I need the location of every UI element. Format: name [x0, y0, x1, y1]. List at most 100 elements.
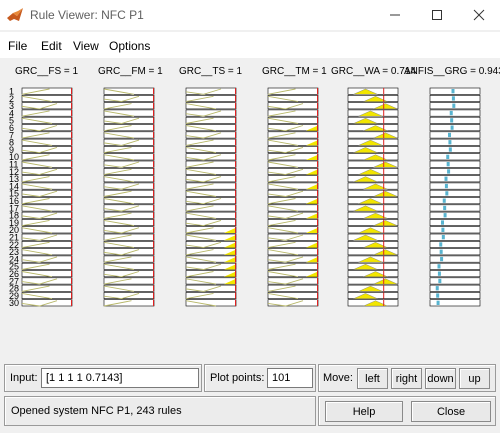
menu-view[interactable]: View: [73, 39, 99, 53]
rule-cell: [21, 233, 73, 241]
close-window-icon[interactable]: [462, 2, 496, 28]
rule-cell: [429, 168, 481, 175]
rule-cell: [267, 146, 319, 154]
rule-cell: [21, 102, 73, 110]
plot-points-field[interactable]: 101: [267, 368, 313, 388]
matlab-logo-icon: [7, 8, 23, 21]
input-field[interactable]: [1 1 1 1 0.7143]: [41, 368, 199, 388]
rule-cell: [429, 189, 481, 197]
menu-bar: File Edit View Options: [0, 32, 500, 58]
output-value-bar: [443, 205, 447, 211]
output-value-bar: [435, 286, 439, 291]
rules-plot[interactable]: GRC__FS = 1 GRC__FM = 1 GRC__TS = 1 GRC__TM…: [0, 58, 500, 356]
move-panel: Move: left right down up: [318, 364, 496, 392]
rule-cell: [267, 262, 319, 270]
rule-cell: [185, 94, 237, 102]
rule-cell: [429, 248, 481, 256]
rule-cell: [267, 102, 319, 110]
rule-cell: [103, 182, 155, 190]
rule-cell: [429, 94, 481, 102]
rule-cell: [185, 197, 237, 205]
rule-cell: [267, 87, 319, 95]
rule-cell: [429, 219, 481, 226]
output-value-bar: [446, 154, 450, 159]
move-left-button[interactable]: left: [357, 368, 388, 389]
help-button[interactable]: Help: [325, 401, 403, 422]
rule-cell: [429, 226, 481, 234]
rule-cell: [185, 284, 237, 292]
rule-cell: [185, 87, 237, 95]
output-value-bar: [441, 227, 445, 232]
status-panel: Opened system NFC P1, 243 rules: [4, 396, 316, 426]
rule-cell: [267, 109, 319, 117]
rule-cell: [429, 255, 481, 263]
rule-cell: [267, 284, 319, 292]
rule-cell: [103, 233, 155, 241]
rule-cell: [103, 160, 155, 168]
rule-cell: [21, 146, 73, 154]
rule-cell: [185, 204, 237, 212]
title-bar: Rule Viewer: NFC P1: [0, 0, 500, 30]
rule-cell: [21, 277, 73, 285]
output-value-bar: [451, 89, 455, 94]
rule-cell: [267, 277, 319, 285]
output-value-bar: [439, 242, 443, 247]
menu-options[interactable]: Options: [109, 39, 150, 53]
output-value-bar: [450, 125, 454, 130]
maximize-icon[interactable]: [420, 2, 454, 28]
rule-cell: [429, 138, 481, 146]
rule-cell: [21, 189, 73, 197]
rule-cell: [185, 109, 237, 117]
rule-cell: [103, 270, 155, 278]
rule-cell: [185, 175, 237, 183]
move-down-button[interactable]: down: [425, 368, 456, 389]
output-value-bar: [439, 249, 443, 254]
output-value-bar: [436, 300, 440, 305]
close-button[interactable]: Close: [411, 401, 491, 422]
rule-cell: [103, 299, 155, 307]
rule-cell: [185, 182, 237, 190]
rule-cell: [429, 233, 481, 241]
rule-cell: [429, 153, 481, 161]
output-value-bar: [448, 132, 451, 138]
rule-cell: [429, 131, 481, 139]
rule-cell: [429, 241, 481, 248]
window-title: Rule Viewer: NFC P1: [30, 8, 144, 22]
rule-cell: [21, 219, 73, 226]
minimize-icon[interactable]: [378, 2, 412, 28]
output-value-bar: [448, 140, 452, 145]
column-title: GRC__TS = 1: [179, 66, 243, 77]
output-value-bar: [452, 103, 456, 108]
menu-edit[interactable]: Edit: [41, 39, 62, 53]
rule-cell: [429, 197, 481, 205]
output-value-bar: [437, 271, 441, 276]
move-right-button[interactable]: right: [391, 368, 422, 389]
rule-plot-area[interactable]: GRC__FS = 1 GRC__FM = 1 GRC__TS = 1 GRC__TM…: [0, 58, 500, 356]
output-value-bar: [448, 147, 452, 152]
rule-cell: [429, 204, 481, 212]
rule-cell: [103, 168, 155, 175]
rule-cell: [103, 189, 155, 197]
rule-cell: [267, 189, 319, 197]
menu-file[interactable]: File: [8, 39, 27, 53]
rule-cell: [185, 160, 237, 168]
input-panel: Input: [1 1 1 1 0.7143]: [4, 364, 202, 392]
rule-cell: [103, 248, 155, 256]
rule-cell: [21, 299, 73, 307]
output-value-bar: [440, 256, 444, 262]
rule-cell: [21, 153, 73, 161]
rule-cell: [267, 219, 319, 226]
output-value-bar: [443, 213, 447, 218]
rule-cell: [21, 197, 73, 205]
move-up-button[interactable]: up: [459, 368, 490, 389]
output-value-bar: [449, 110, 453, 116]
rule-cell: [21, 131, 73, 139]
rule-cell: [103, 277, 155, 285]
rule-cell: [103, 204, 155, 212]
rule-number: 30: [9, 298, 19, 308]
rule-cell: [103, 292, 155, 299]
rule-cell: [267, 131, 319, 139]
move-label: Move:: [323, 372, 353, 384]
control-panel: Input: [1 1 1 1 0.7143] Plot points: 101…: [0, 356, 500, 433]
rule-cell: [103, 255, 155, 263]
